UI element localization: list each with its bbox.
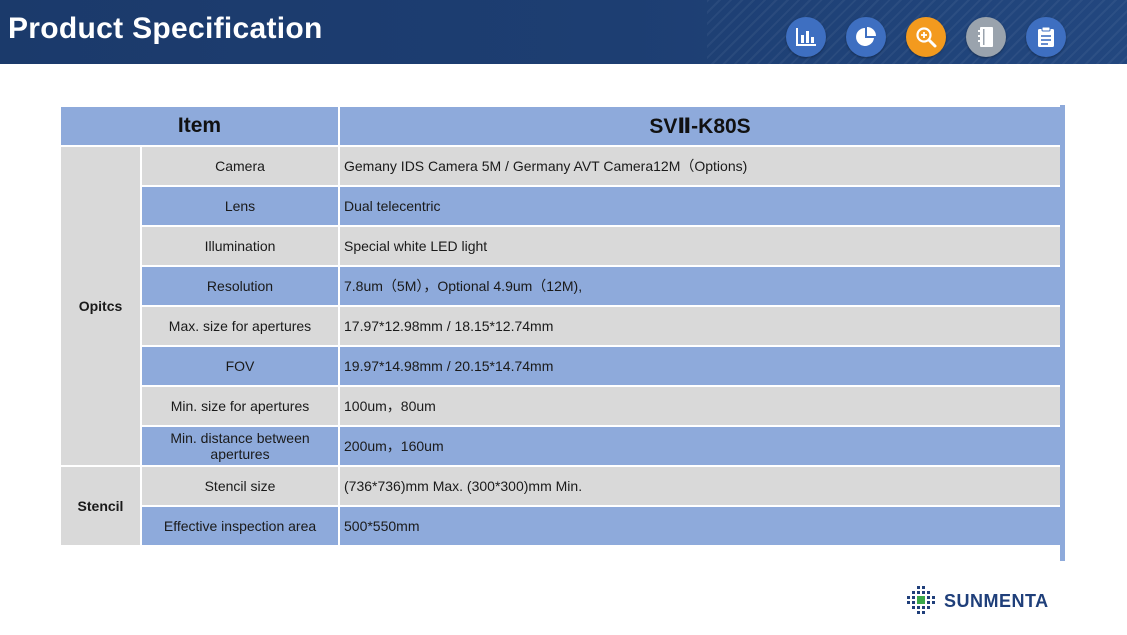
row-item: Min. size for apertures: [140, 385, 340, 427]
checklist-icon[interactable]: [1026, 17, 1066, 57]
notebook-icon[interactable]: [966, 17, 1006, 57]
table-row: Resolution 7.8um（5M），Optional 4.9um（12M)…: [60, 265, 1062, 307]
row-value: Dual telecentric: [338, 185, 1062, 227]
header-icons: [786, 17, 1066, 57]
logo-text: SUNMENTA: [944, 590, 1049, 611]
table-row: FOV 19.97*14.98mm / 20.15*14.74mm: [60, 345, 1062, 387]
table-right-edge: [1060, 105, 1065, 561]
row-value: 7.8um（5M），Optional 4.9um（12M),: [338, 265, 1062, 307]
bar-chart-icon[interactable]: [786, 17, 826, 57]
row-item: Lens: [140, 185, 340, 227]
row-item: Resolution: [140, 265, 340, 307]
group-label-stencil: Stencil: [59, 465, 142, 547]
row-value: 200um，160um: [338, 425, 1062, 467]
table-row: Effective inspection area 500*550mm: [60, 505, 1062, 547]
row-item: Illumination: [140, 225, 340, 267]
row-value: 500*550mm: [338, 505, 1062, 547]
row-item: Camera: [140, 145, 340, 187]
logo-mark-icon: [907, 586, 935, 614]
row-item: Effective inspection area: [140, 505, 340, 547]
table-row: Min. size for apertures 100um，80um: [60, 385, 1062, 427]
table-row: Lens Dual telecentric: [60, 185, 1062, 227]
row-item: FOV: [140, 345, 340, 387]
spec-table: Item SVⅡ-K80S Opitcs Camera Gemany IDS C…: [59, 105, 1062, 547]
table-row: Opitcs Camera Gemany IDS Camera 5M / Ger…: [59, 145, 1062, 467]
row-item: Max. size for apertures: [140, 305, 340, 347]
table-row: Max. size for apertures 17.97*12.98mm / …: [60, 305, 1062, 347]
pie-chart-icon[interactable]: [846, 17, 886, 57]
group-label-optics: Opitcs: [59, 145, 142, 467]
header-model: SVⅡ-K80S: [338, 105, 1062, 147]
row-value: Special white LED light: [338, 225, 1062, 267]
row-item: Min. distance between apertures: [140, 425, 340, 467]
row-value: (736*736)mm Max. (300*300)mm Min.: [338, 465, 1062, 507]
table-row: Stencil Stencil size (736*736)mm Max. (3…: [59, 465, 1062, 547]
table-header-row: Item SVⅡ-K80S: [59, 105, 1062, 147]
company-logo: SUNMENTA: [906, 585, 1049, 617]
header-bar: Product Specification: [0, 0, 1127, 64]
table-row: Illumination Special white LED light: [60, 225, 1062, 267]
page-title: Product Specification: [8, 12, 323, 45]
header-item: Item: [59, 105, 340, 147]
row-value: 100um，80um: [338, 385, 1062, 427]
row-value: 19.97*14.98mm / 20.15*14.74mm: [338, 345, 1062, 387]
table-row: Min. distance between apertures 200um，16…: [60, 425, 1062, 467]
row-value: 17.97*12.98mm / 18.15*12.74mm: [338, 305, 1062, 347]
row-item: Stencil size: [140, 465, 340, 507]
magnifier-icon[interactable]: [906, 17, 946, 57]
row-value: Gemany IDS Camera 5M / Germany AVT Camer…: [338, 145, 1062, 187]
